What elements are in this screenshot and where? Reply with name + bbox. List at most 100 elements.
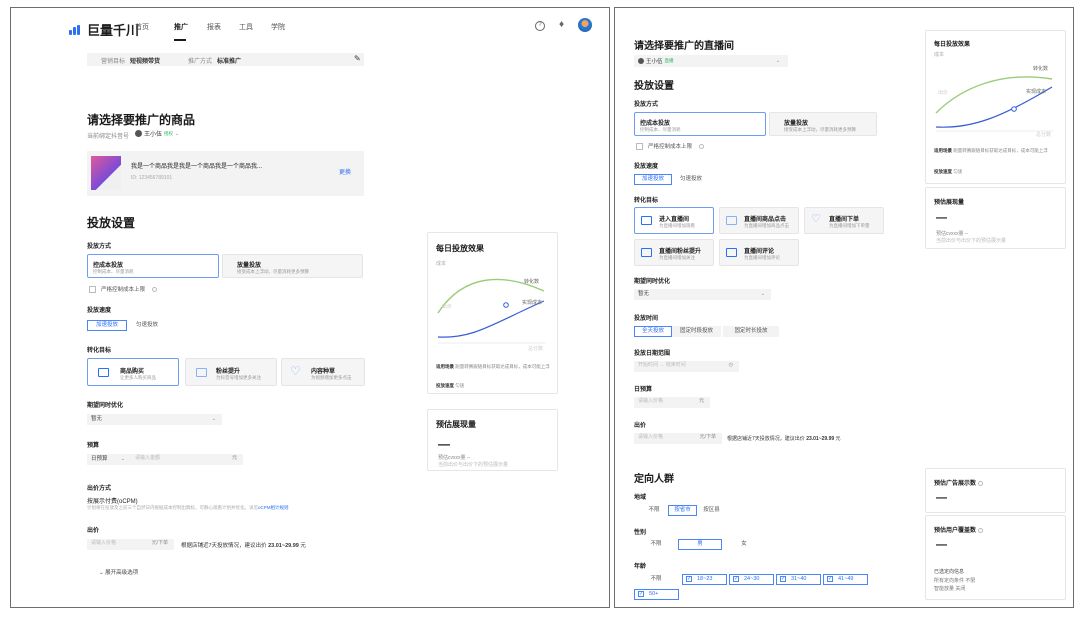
range-end: 结束时间 — [665, 362, 686, 368]
method-option-volume[interactable]: 放量投放 接受成本上浮动、尽量消耗更多预算 — [222, 254, 363, 278]
live-strict-cost-checkbox[interactable]: 严格控制成本上限 — [636, 142, 705, 150]
nav-item-academy[interactable]: 学院 — [271, 22, 285, 32]
live-bid-suggestion: 根据店铺近7天投放情况，建议出价 23.01~29.99 元 — [727, 435, 841, 442]
bid-placeholder: 请输入价格 — [638, 434, 664, 440]
time-fixed-duration[interactable]: 固定时长投放 — [723, 326, 779, 337]
region-province[interactable]: 按省市 — [668, 505, 697, 516]
selected-targeting-title: 已选定向信息 — [934, 569, 965, 575]
option-desc: 控制成本、尽量消耗 — [93, 269, 134, 274]
speed-info-value: 匀速 — [455, 383, 465, 388]
scene-info: 适用场景 跑量转赛跟随目标获取达成目标，成本可能上浮 — [436, 364, 554, 370]
convert-option-content[interactable]: ♡ 内容种草 为视频增加更多点击 — [281, 358, 365, 386]
live-convert-click[interactable]: 直播间商品点击 为直播间增加商品点击 — [719, 207, 799, 234]
gender-female[interactable]: 女 — [722, 539, 766, 550]
chevron-down-icon: ⌄ — [175, 130, 180, 137]
live-account-select[interactable]: 王小伍 直播 ⌄ — [634, 55, 788, 67]
gender-male[interactable]: 男 — [678, 539, 722, 550]
date-range-input[interactable]: 开始时间 → 结束时间 ◷ — [634, 361, 739, 372]
speed-label: 投放速度 — [87, 308, 112, 314]
option-title: 粉丝提升 — [216, 369, 241, 375]
live-bid-input[interactable]: 请输入价格 元/下单 — [634, 433, 722, 444]
logo[interactable]: 巨量千川 — [69, 20, 139, 39]
live-budget-label: 日预算 — [634, 387, 653, 393]
play-icon — [196, 368, 207, 377]
convert-option-fans[interactable]: 粉丝提升 为抖音号增加更多关注 — [185, 358, 277, 386]
scene-desc: 跑量转赛跟随目标获取达成目标，成本可能上浮 — [455, 364, 550, 369]
convert-option-purchase[interactable]: 商品购买 让更多人购买商品 — [87, 358, 179, 386]
age-18-23[interactable]: ✓ 18~23 — [682, 574, 727, 585]
speed-info-label: 投放速度 — [934, 169, 952, 174]
age-any[interactable]: 不限 — [634, 574, 678, 585]
live-convert-enter[interactable]: 进入直播间 为直播间增加观看 — [634, 207, 714, 234]
live-method-volume[interactable]: 放量投放 接受成本上浮动，尽量消耗更多预算 — [769, 112, 877, 136]
live-method-control-cost[interactable]: 控成本投放 控制成本、尽量消耗 — [634, 112, 766, 136]
budget-type-select[interactable]: 日预算 ⌄ — [87, 454, 131, 465]
play-icon — [726, 216, 737, 225]
age-24-30[interactable]: ✓ 24~30 — [729, 574, 774, 585]
expect-select[interactable]: 暂无 ⌄ — [87, 414, 222, 425]
bell-icon[interactable]: ♦ — [555, 18, 568, 31]
ad-count-card: 预估广告展示数 — — [925, 468, 1066, 513]
nav-item-report[interactable]: 报表 — [207, 22, 221, 32]
speed-info: 投放速度 匀速 — [436, 383, 464, 389]
edit-icon[interactable]: ✎ — [354, 54, 361, 63]
live-budget-input[interactable]: 请输入价格 元 — [634, 397, 710, 408]
chart-x-label: 出价 — [938, 90, 949, 96]
age-50-plus[interactable]: ✓ 50+ — [634, 589, 679, 600]
speed-accelerate[interactable]: 加速投放 — [87, 320, 127, 331]
age-option-label: 31~40 — [791, 576, 807, 582]
option-desc: 为直播间增加关注 — [659, 255, 695, 260]
live-convert-order[interactable]: ♡ 直播间下单 为直播间增加下单量 — [804, 207, 884, 234]
live-convert-fans[interactable]: 直播间粉丝提升 为直播间增加关注 — [634, 239, 714, 266]
bid-input[interactable]: 请输入价格 元/下单 — [87, 539, 174, 550]
option-title: 直播间评论 — [744, 249, 775, 255]
ocpm-rules-link[interactable]: oCPM相计规则 — [258, 505, 289, 510]
live-speed-uniform[interactable]: 匀速投放 — [672, 174, 710, 185]
strict-cost-checkbox[interactable]: 严格控制成本上限 — [89, 285, 158, 293]
speed-info: 投放速度 匀速 — [934, 169, 962, 175]
time-fixed-period[interactable]: 固定时段投放 — [672, 326, 721, 337]
scene-desc: 跑量转赛跟随目标获取达成目标，成本可能上浮 — [953, 148, 1048, 153]
region-district[interactable]: 按区县 — [697, 505, 726, 516]
nav-item-home[interactable]: 首页 — [135, 22, 149, 32]
bid-suggest-text: 根据店铺近7天投放情况，建议出价 — [181, 543, 267, 549]
check-icon: ✓ — [686, 576, 692, 582]
budget-input[interactable]: 请输入金额 元 — [131, 454, 243, 465]
change-product-link[interactable]: 更换 — [339, 167, 351, 176]
bid-range: 23.01~29.99 — [268, 543, 299, 549]
bid-range: 23.01~29.99 — [806, 436, 835, 442]
live-speed-accelerate[interactable]: 加速投放 — [634, 174, 672, 185]
right-exposure-value: — — [936, 212, 947, 224]
user-cover-value: — — [936, 539, 947, 551]
targeting-title: 定向人群 — [634, 474, 674, 485]
bid-unit: 元/下单 — [699, 434, 716, 440]
right-daily-title: 每日投放效果 — [934, 42, 971, 48]
speed-uniform[interactable]: 匀速投放 — [127, 320, 167, 331]
time-all-day[interactable]: 全天投放 — [634, 326, 672, 337]
region-any[interactable]: 不限 — [640, 505, 668, 516]
account-select[interactable]: 王小伍 授权 ⌄ — [135, 128, 179, 139]
option-desc: 为直播间增加下单量 — [829, 223, 870, 228]
budget-label: 预算 — [87, 443, 100, 449]
help-icon[interactable]: ? — [535, 21, 545, 31]
live-expect-select[interactable]: 暂无 ⌄ — [634, 289, 771, 300]
option-desc: 接受成本上浮动，尽量消耗更多预算 — [784, 127, 856, 132]
age-41-49[interactable]: ✓ 41~49 — [823, 574, 868, 585]
method-option-control-cost[interactable]: 控成本投放 控制成本、尽量消耗 — [87, 254, 219, 278]
live-convert-comment[interactable]: 直播间评论 为直播间增加评论 — [719, 239, 799, 266]
left-panel: 巨量千川 首页 推广 报表 工具 学院 ? ♦ 营销目标 短视频带货 推广方式 … — [10, 7, 610, 608]
checkbox-icon — [636, 142, 643, 150]
option-desc: 接受成本上浮动、尽量消耗更多预算 — [237, 269, 309, 274]
advanced-toggle[interactable]: ⌄ 展开高级选项 — [99, 568, 138, 576]
speed-info-label: 投放速度 — [436, 383, 454, 388]
avatar[interactable] — [578, 18, 592, 32]
gender-any[interactable]: 不限 — [634, 539, 678, 550]
strict-cost-label: 严格控制成本上限 — [648, 144, 693, 150]
scene-info: 适用场景 跑量转赛跟随目标获取达成目标，成本可能上浮 — [934, 148, 1062, 154]
nav-item-tools[interactable]: 工具 — [239, 22, 253, 32]
intersection-point — [1011, 106, 1017, 112]
product-name: 我是一个商品我是我是一个商品我是一个商品我... — [131, 164, 263, 170]
age-31-40[interactable]: ✓ 31~40 — [776, 574, 821, 585]
nav-item-promote[interactable]: 推广 — [174, 22, 188, 32]
user-cover-title: 预估用户覆盖数 — [934, 525, 984, 534]
